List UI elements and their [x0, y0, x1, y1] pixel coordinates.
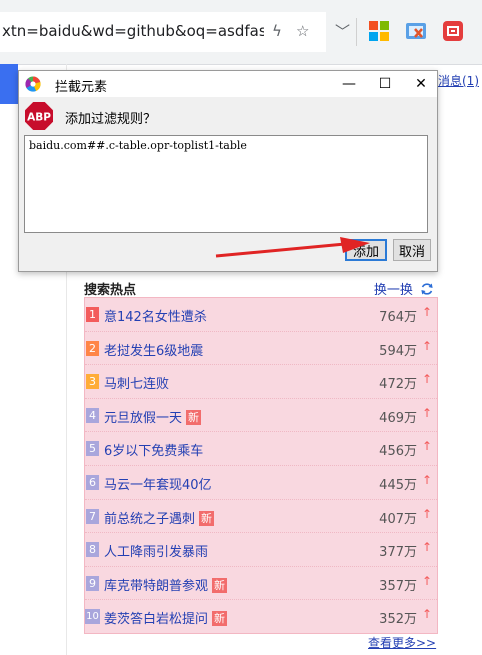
new-badge: 新 [199, 510, 215, 526]
hot-topic-text[interactable]: 元旦放假一天 [104, 411, 182, 426]
search-count: 469万 [379, 410, 417, 426]
hot-topic-text[interactable]: 人工降雨引发暴雨 [104, 545, 208, 560]
view-more-link[interactable]: 查看更多>> [368, 634, 436, 651]
red-extension-icon[interactable] [442, 20, 464, 42]
screenshot-extension-icon[interactable] [405, 20, 427, 42]
search-count: 352万 [379, 612, 417, 628]
refresh-label[interactable]: 换一换 [374, 283, 413, 298]
hot-search-row[interactable]: 3 马刺七连败 472万 ↑ [85, 365, 437, 399]
hot-topic-text[interactable]: 6岁以下免费乘车 [104, 444, 203, 459]
cancel-button[interactable]: 取消 [393, 239, 431, 261]
trend-up-icon: ↑ [421, 372, 432, 387]
hot-search-row[interactable]: 1 意142名女性遭杀 764万 ↑ [85, 298, 437, 332]
search-count: 456万 [379, 444, 417, 460]
trend-up-icon: ↑ [421, 405, 432, 420]
hot-topic-link[interactable]: 库克带特朗普参观新 [104, 575, 228, 594]
hot-topic-text[interactable]: 马刺七连败 [104, 377, 169, 392]
hot-search-row[interactable]: 5 6岁以下免费乘车 456万 ↑ [85, 432, 437, 466]
app-logo-icon [25, 76, 41, 92]
hot-topic-link[interactable]: 马刺七连败 [104, 373, 169, 392]
trend-up-icon: ↑ [421, 439, 432, 454]
filter-rule-input[interactable] [24, 135, 428, 233]
trend-up-icon: ↑ [421, 472, 432, 487]
browser-toolbar: xtn=baidu&wd=github&oq=asdfasc ϟ ☆ 〉 [0, 0, 482, 65]
hot-search-row[interactable]: 7 前总统之子遇刺新 407万 ↑ [85, 500, 437, 534]
hot-topic-link[interactable]: 6岁以下免费乘车 [104, 440, 203, 459]
search-count: 472万 [379, 377, 417, 393]
trend-up-icon: ↑ [421, 573, 432, 588]
hot-topic-link[interactable]: 老挝发生6级地震 [104, 340, 203, 359]
new-badge: 新 [186, 409, 202, 425]
hot-search-list: 1 意142名女性遭杀 764万 ↑ 2 老挝发生6级地震 594万 ↑ 3 马刺七连败 472万 ↑… [84, 297, 438, 634]
lightning-icon[interactable]: ϟ [272, 22, 282, 40]
trend-up-icon: ↑ [421, 607, 432, 622]
rank-badge: 9 [86, 575, 99, 591]
office-extension-icon[interactable] [368, 20, 390, 42]
rank-badge: 2 [86, 340, 99, 356]
trend-up-icon: ↑ [421, 506, 432, 521]
trend-up-icon: ↑ [421, 540, 432, 555]
minimize-button[interactable]: — [333, 71, 365, 97]
rank-badge: 5 [86, 441, 99, 457]
hot-topic-link[interactable]: 前总统之子遇刺新 [104, 508, 215, 527]
hot-topic-text[interactable]: 老挝发生6级地震 [104, 344, 203, 359]
page-notice-link[interactable]: 消息(1) [438, 72, 479, 89]
close-button[interactable]: ✕ [405, 71, 437, 97]
hot-topic-link[interactable]: 姜茨答白岩松提问新 [104, 608, 228, 627]
chevron-down-icon[interactable]: 〉 [325, 19, 359, 43]
hot-topic-text[interactable]: 前总统之子遇刺 [104, 512, 195, 527]
rank-badge: 10 [85, 609, 100, 625]
address-bar[interactable]: xtn=baidu&wd=github&oq=asdfasc ϟ ☆ [0, 12, 326, 52]
hot-topic-text[interactable]: 意142名女性遭杀 [104, 310, 207, 325]
hot-topic-link[interactable]: 人工降雨引发暴雨 [104, 541, 208, 560]
trend-up-icon: ↑ [421, 338, 432, 353]
url-text[interactable]: xtn=baidu&wd=github&oq=asdfasc [2, 22, 264, 40]
rank-badge: 7 [86, 508, 99, 524]
hot-topic-text[interactable]: 姜茨答白岩松提问 [104, 612, 208, 627]
annotation-arrow-icon [215, 237, 370, 258]
hot-search-row[interactable]: 8 人工降雨引发暴雨 377万 ↑ [85, 533, 437, 567]
search-count: 377万 [379, 545, 417, 561]
hot-topic-link[interactable]: 马云一年套现40亿 [104, 474, 212, 493]
search-count: 357万 [379, 578, 417, 594]
dialog-title-bar[interactable]: 拦截元素 — ☐ ✕ [19, 71, 437, 97]
rank-badge: 4 [86, 407, 99, 423]
hot-search-row[interactable]: 6 马云一年套现40亿 445万 ↑ [85, 466, 437, 500]
dialog-prompt: 添加过滤规则？ [65, 112, 157, 127]
search-count: 764万 [379, 310, 417, 325]
hot-topic-text[interactable]: 库克带特朗普参观 [104, 579, 208, 594]
hot-topic-link[interactable]: 元旦放假一天新 [104, 407, 202, 426]
bookmark-star-icon[interactable]: ☆ [296, 22, 309, 40]
maximize-button[interactable]: ☐ [369, 71, 401, 97]
new-badge: 新 [212, 577, 228, 593]
hot-search-row[interactable]: 9 库克带特朗普参观新 357万 ↑ [85, 567, 437, 601]
hot-search-row[interactable]: 4 元旦放假一天新 469万 ↑ [85, 399, 437, 433]
abp-logo-icon: ABP [25, 102, 53, 130]
page-search-button-edge [0, 64, 18, 104]
dialog-title: 拦截元素 [55, 80, 108, 95]
rank-badge: 8 [86, 542, 99, 558]
hot-topic-link[interactable]: 意142名女性遭杀 [104, 306, 207, 325]
hot-search-row[interactable]: 2 老挝发生6级地震 594万 ↑ [85, 332, 437, 366]
search-count: 407万 [379, 511, 417, 527]
refresh-link[interactable]: 换一换 [374, 279, 434, 298]
abp-logo-text: ABP [27, 112, 51, 124]
new-badge: 新 [212, 611, 228, 627]
rank-badge: 1 [86, 307, 99, 322]
search-count: 594万 [379, 343, 417, 359]
hot-search-title: 搜索热点 [84, 283, 137, 298]
trend-up-icon: ↑ [421, 305, 432, 319]
refresh-icon[interactable] [420, 282, 434, 296]
rank-badge: 6 [86, 474, 99, 490]
hot-topic-text[interactable]: 马云一年套现40亿 [104, 478, 212, 493]
toolbar-divider [356, 18, 357, 46]
hot-search-row[interactable]: 10 姜茨答白岩松提问新 352万 ↑ [85, 600, 437, 633]
rank-badge: 3 [86, 374, 99, 390]
search-count: 445万 [379, 477, 417, 493]
